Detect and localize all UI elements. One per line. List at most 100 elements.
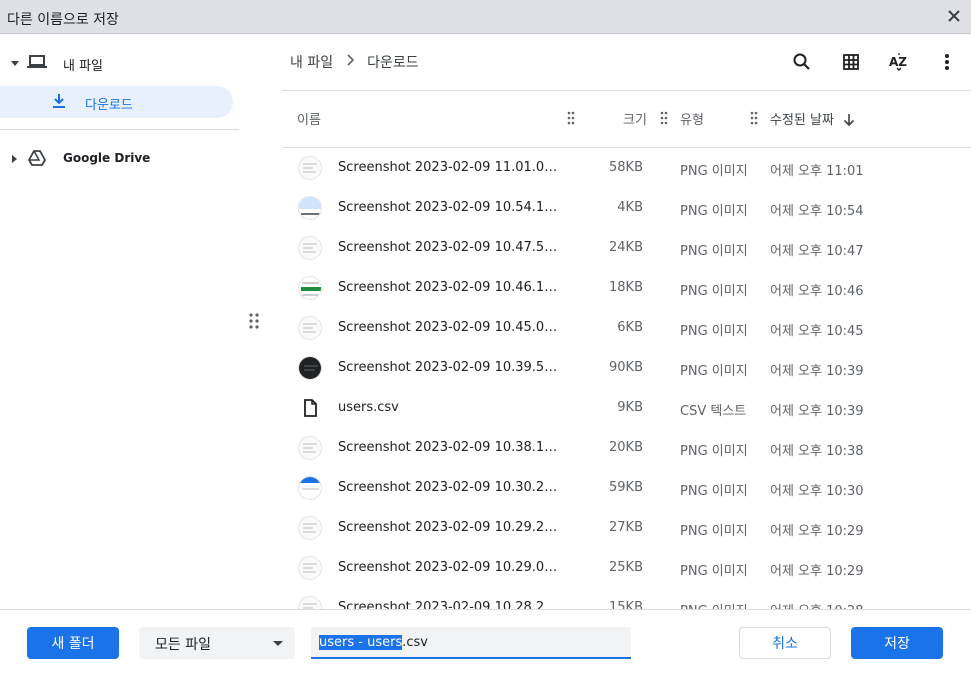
file-name: Screenshot 2023-02-09 10.29.20 PM.png [338, 520, 560, 535]
file-type: CSV 텍스트 [680, 404, 747, 419]
column-resize-icon[interactable] [750, 110, 758, 129]
search-icon[interactable] [786, 46, 818, 78]
file-size: 9KB [617, 400, 643, 415]
footer: 새 폴더 모든 파일 users - users.csv 취소 저장 [0, 609, 971, 674]
breadcrumb-current[interactable]: 다운로드 [367, 52, 419, 72]
grid-view-icon[interactable] [835, 46, 867, 78]
file-date: 어제 오후 10:45 [770, 324, 864, 339]
file-name: Screenshot 2023-02-09 10.46.16 PM.png [338, 280, 560, 295]
sort-arrow-down-icon[interactable] [843, 112, 855, 131]
file-row[interactable]: Screenshot 2023-02-09 11.01.05 PM.png 58K… [282, 148, 971, 188]
file-row[interactable]: Screenshot 2023-02-09 10.45.01 PM.png 6KB… [282, 308, 971, 348]
file-size: 59KB [609, 480, 643, 495]
image-thumbnail-icon [298, 556, 322, 580]
breadcrumb-root[interactable]: 내 파일 [290, 52, 333, 72]
sidebar-item-label: 내 파일 [63, 59, 104, 74]
file-name: Screenshot 2023-02-09 11.01.05 PM.png [338, 160, 560, 175]
file-date: 어제 오후 10:30 [770, 484, 864, 499]
file-date: 어제 오후 10:29 [770, 564, 864, 579]
column-header-size[interactable]: 크기 [623, 109, 647, 128]
image-thumbnail-icon [298, 356, 322, 380]
file-name: users.csv [338, 400, 399, 415]
file-size: 18KB [609, 280, 643, 295]
filename-selected-text: users - users [319, 635, 403, 650]
sort-az-icon[interactable]: AZ [883, 46, 915, 78]
filename-input[interactable]: users - users.csv [311, 627, 631, 659]
column-header-type[interactable]: 유형 [680, 109, 704, 128]
chevron-right-icon [347, 54, 355, 70]
image-thumbnail-icon [298, 316, 322, 340]
close-icon[interactable] [943, 5, 965, 27]
expand-arrow-icon[interactable] [11, 61, 19, 66]
file-size: 25KB [609, 560, 643, 575]
image-thumbnail-icon [298, 236, 322, 260]
column-resize-icon[interactable] [567, 110, 575, 129]
new-folder-button[interactable]: 새 폴더 [27, 627, 119, 659]
title-bar: 다른 이름으로 저장 [0, 0, 971, 34]
sidebar-item-google-drive[interactable]: Google Drive [0, 143, 240, 175]
file-type: PNG 이미지 [680, 284, 748, 299]
image-thumbnail-icon [298, 516, 322, 540]
save-button[interactable]: 저장 [851, 627, 943, 659]
file-row[interactable]: Screenshot 2023-02-09 10.38.16 PM.png 20K… [282, 428, 971, 468]
file-row[interactable]: Screenshot 2023-02-09 10.46.16 PM.png 18K… [282, 268, 971, 308]
file-name: Screenshot 2023-02-09 10.38.16 PM.png [338, 440, 560, 455]
file-size: 27KB [609, 520, 643, 535]
file-name: Screenshot 2023-02-09 10.45.01 PM.png [338, 320, 560, 335]
sidebar-divider [0, 129, 239, 130]
file-name: Screenshot 2023-02-09 10.47.51 PM.png [338, 240, 560, 255]
resize-handle-icon[interactable] [248, 312, 260, 334]
file-date: 어제 오후 10:28 [770, 600, 864, 609]
file-type-select[interactable]: 모든 파일 [139, 627, 295, 659]
file-row[interactable]: Screenshot 2023-02-09 10.29.08 PM.png 25K… [282, 548, 971, 588]
image-thumbnail-icon [298, 196, 322, 220]
column-header-modified[interactable]: 수정된 날짜 [770, 109, 834, 128]
file-type-value: 모든 파일 [155, 637, 211, 653]
file-size: 15KB [609, 600, 643, 609]
file-row[interactable]: Screenshot 2023-02-09 10.54.11 PM.png 4KB… [282, 188, 971, 228]
file-row[interactable]: users.csv 9KB CSV 텍스트 어제 오후 10:39 [282, 388, 971, 428]
file-type: PNG 이미지 [680, 204, 748, 219]
file-size: 58KB [609, 160, 643, 175]
file-name: Screenshot 2023-02-09 10.29.08 PM.png [338, 560, 560, 575]
file-date: 어제 오후 10:54 [770, 204, 864, 219]
image-thumbnail-icon [298, 436, 322, 460]
column-resize-icon[interactable] [660, 110, 668, 129]
sidebar-item-downloads[interactable]: 다운로드 [0, 86, 233, 118]
expand-arrow-icon[interactable] [12, 155, 17, 163]
file-size: 90KB [609, 360, 643, 375]
image-thumbnail-icon [298, 276, 322, 300]
laptop-icon [27, 54, 47, 74]
svg-text:AZ: AZ [889, 55, 907, 69]
file-row[interactable]: Screenshot 2023-02-09 10.39.56 PM.png 90K… [282, 348, 971, 388]
file-size: 6KB [617, 320, 643, 335]
file-row[interactable]: Screenshot 2023-02-09 10.28.29 PM.png 15K… [282, 588, 971, 609]
cancel-button[interactable]: 취소 [739, 627, 831, 659]
file-date: 어제 오후 10:39 [770, 364, 864, 379]
file-type: PNG 이미지 [680, 244, 748, 259]
file-type: PNG 이미지 [680, 164, 748, 179]
file-row[interactable]: Screenshot 2023-02-09 10.30.22 PM.png 59K… [282, 468, 971, 508]
file-row[interactable]: Screenshot 2023-02-09 10.29.20 PM.png 27K… [282, 508, 971, 548]
file-date: 어제 오후 10:47 [770, 244, 864, 259]
file-type: PNG 이미지 [680, 324, 748, 339]
file-name: Screenshot 2023-02-09 10.28.29 PM.png [338, 600, 560, 609]
dropdown-arrow-icon [273, 641, 283, 646]
file-size: 20KB [609, 440, 643, 455]
image-thumbnail-icon [298, 476, 322, 500]
file-row[interactable]: Screenshot 2023-02-09 10.47.51 PM.png 24K… [282, 228, 971, 268]
file-type: PNG 이미지 [680, 484, 748, 499]
file-list: Screenshot 2023-02-09 11.01.05 PM.png 58K… [282, 148, 971, 609]
sidebar-item-label: Google Drive [63, 151, 151, 165]
sidebar-item-my-files[interactable]: 내 파일 [0, 47, 240, 79]
column-header-name[interactable]: 이름 [297, 109, 321, 128]
sidebar: 내 파일 다운로드 Google Drive [0, 34, 245, 609]
more-vert-icon[interactable] [931, 46, 963, 78]
file-icon [298, 396, 322, 420]
file-date: 어제 오후 10:39 [770, 404, 864, 419]
filename-extension: .csv [402, 635, 428, 650]
file-type: PNG 이미지 [680, 564, 748, 579]
file-size: 4KB [617, 200, 643, 215]
header-divider [282, 90, 971, 91]
file-type: PNG 이미지 [680, 364, 748, 379]
